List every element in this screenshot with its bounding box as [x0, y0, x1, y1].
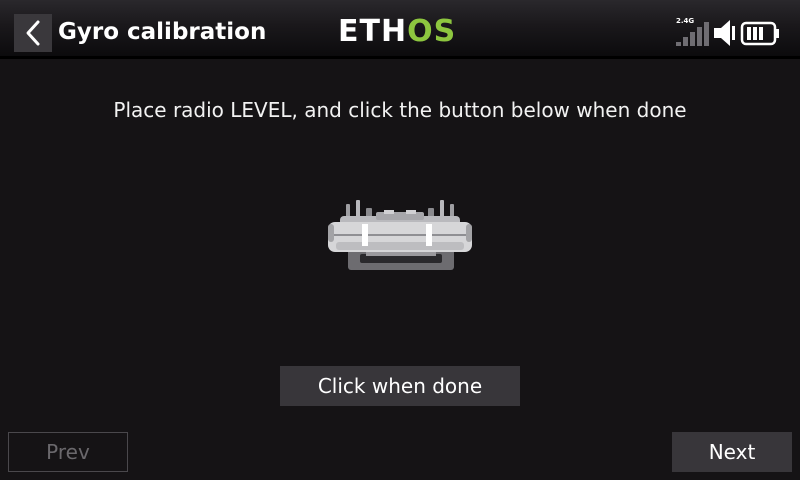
volume-icon [714, 20, 735, 46]
signal-bars-icon [676, 22, 709, 46]
ethos-logo: ETHOS [338, 16, 456, 48]
radio-transmitter-icon [328, 200, 472, 270]
back-button[interactable] [14, 14, 52, 52]
status-area: 2.4G [676, 17, 779, 46]
header-divider [0, 56, 800, 59]
header-bar: Gyro calibration ETHOS 2.4G [0, 0, 800, 56]
next-button[interactable]: Next [672, 432, 792, 472]
band-label: 2.4G [676, 17, 694, 25]
gyro-calibration-screen: Gyro calibration ETHOS 2.4G Place radio … [0, 0, 800, 480]
click-when-done-button[interactable]: Click when done [280, 366, 520, 406]
logo-text-accent: OS [407, 14, 457, 49]
battery-icon [740, 21, 779, 46]
prev-button[interactable]: Prev [8, 432, 128, 472]
page-title: Gyro calibration [58, 19, 267, 45]
chevron-left-icon [26, 20, 40, 46]
instruction-text: Place radio LEVEL, and click the button … [113, 98, 687, 122]
logo-text-main: ETH [338, 14, 408, 49]
